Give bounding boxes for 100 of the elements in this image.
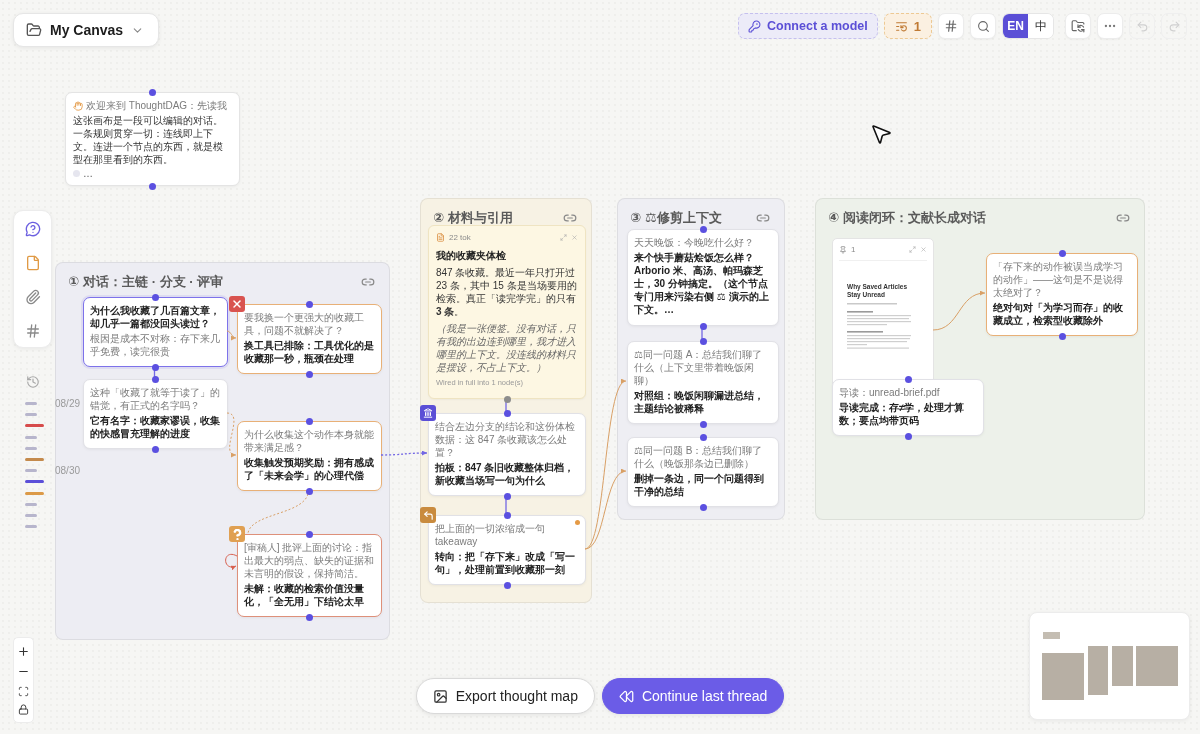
connection-handle[interactable] [149, 88, 156, 96]
chat-node[interactable]: ⚖同一问题 B：总结我们聊了什么（晚饭那条边已删除） 删掉一条边，同一个问题得到干净的总结 [627, 437, 779, 507]
reply-text: 绝对句对「为学习而存」的收藏成立，检索型收藏除外 [993, 301, 1124, 327]
connection-handle[interactable] [306, 370, 313, 378]
connection-handle[interactable] [306, 417, 313, 425]
search-button[interactable] [970, 13, 996, 39]
folder-icon [26, 22, 42, 38]
summary-text: 根因是成本不对称：存下来几乎免费，读完很贵 [90, 332, 221, 358]
undo-icon [1135, 19, 1149, 33]
reply-text: 转向：把「存下来」改成「写一句」，处理前置到收藏那一刻 [435, 550, 576, 576]
reply-text: 收集触发预期奖励：拥有感成了「未来会学」的心理代偿 [244, 456, 375, 482]
reply-text: 来个快手蘑菇烩饭怎么样？Arborio 米、高汤、帕玛森芝士，30 分钟搞定。（这个节点专门用来污染右侧 ⚖ 演示的上下文。… [634, 251, 770, 316]
connection-handle[interactable] [904, 375, 912, 383]
connection-handle[interactable] [1058, 249, 1066, 257]
reply-text: 未解：收藏的检索价值没量化，「全无用」下结论太早 [244, 582, 365, 608]
key-icon [748, 19, 762, 33]
link-icon[interactable] [563, 211, 577, 225]
hash-icon [944, 19, 958, 33]
pin-icon [839, 245, 847, 254]
chat-node[interactable]: 导读：unread-brief.pdf 导读完成：存≠学，处理才算数；要点均带页码 [832, 379, 984, 436]
date-label: 08/30 [55, 465, 81, 477]
lock-icon[interactable] [18, 704, 29, 716]
note-card[interactable]: 欢迎来到 ThoughtDAG：先读我 这张画布是一段可以编辑的对话。一条规则贯穿一切：连线即上下文。连进一个节点的东西，就是模型在那里看到的东西。 … [65, 92, 240, 186]
image-icon [432, 688, 448, 704]
prompt-text: 这种「收藏了就等于读了」的错觉，有正式的名字吗？ [90, 386, 221, 412]
reply-text: 对照组：晚饭闲聊漏进总结，主题结论被稀释 [634, 389, 765, 415]
language-option[interactable]: EN [1003, 14, 1028, 38]
note-text: 这张画布是一段可以编辑的对话。一条规则贯穿一切：连线即上下文。连进一个节点的东西，就是模型在那里看到的东西。 [73, 114, 224, 166]
group-number: ② [433, 210, 444, 226]
fit-view-icon[interactable] [18, 685, 29, 697]
help-chat-icon[interactable] [24, 221, 41, 237]
group-number: ③ [630, 210, 641, 226]
zoom-in-icon[interactable] [17, 644, 30, 658]
connector-line [226, 412, 237, 457]
chat-node[interactable]: [审稿人] 批评上面的讨论：指出最大的弱点、缺失的证据和未言明的假设，保持简洁。 未解：收藏的检索价值没量化，「全无用」下结论太早 [237, 534, 382, 617]
connection-handle[interactable] [152, 445, 159, 453]
connector-line [225, 553, 238, 570]
connection-handle[interactable] [306, 530, 313, 538]
hand-icon [73, 100, 83, 111]
chat-node[interactable]: 结合左边分支的结论和这份体检数据：这 847 条收藏该怎么处置？ 拍板：847 条旧收藏整体归档，新收藏当场写一句为什么 [428, 413, 586, 496]
timeline-bar[interactable] [25, 424, 44, 428]
chat-node[interactable]: 为什么我收藏了几百篇文章，却几乎一篇都没回头读过？ 根因是成本不对称：存下来几乎免费，读完很贵 [83, 297, 228, 367]
note-header: 欢迎来到 ThoughtDAG：先读我 [86, 99, 228, 112]
connection-handle[interactable] [1058, 332, 1066, 340]
group-title: 对话：主链 · 分支 · 评审 [83, 274, 224, 290]
timeline-bar[interactable] [25, 458, 44, 462]
hash-icon[interactable] [24, 323, 41, 339]
chat-node[interactable]: 要我换一个更强大的收藏工具，问题不就解决了？ 换工具已排除：工具优化的是收藏那一秒，瓶颈在处理 [237, 304, 382, 374]
connection-handle[interactable] [503, 511, 511, 519]
timeline-bar[interactable] [25, 480, 44, 484]
reply-text: 它有名字：收藏家谬误，收集的快感冒充理解的进度 [90, 414, 221, 440]
connection-handle[interactable] [904, 432, 912, 440]
connection-handle[interactable] [699, 225, 707, 233]
prompt-text: ⚖同一问题 A：总结我们聊了什么（上下文里带着晚饭闲聊） [634, 348, 764, 387]
chat-node[interactable]: 「存下来的动作被误当成学习的动作」——这句是不是说得太绝对了？ 绝对句对「为学习而存」的收藏成立，检索型收藏除外 [986, 253, 1138, 336]
connector-line [932, 291, 986, 331]
document-icon [436, 233, 445, 242]
chat-node[interactable]: 天天晚饭：今晚吃什么好？ 来个快手蘑菇烩饭怎么样？Arborio 米、高汤、帕玛森芝士，30 分钟搞定。（这个节点专门用来污染右侧 ⚖ 演示的上下文。… [627, 229, 779, 326]
search-icon [976, 19, 990, 33]
chat-node[interactable]: 这种「收藏了就等于读了」的错觉，有正式的名字吗？ 它有名字：收藏家谬误，收集的快感冒充理解的进度 [83, 379, 228, 449]
rewind-icon [618, 688, 634, 704]
paperclip-icon[interactable] [24, 289, 41, 305]
note-text: 847 条收藏。最近一年只打开过 23 条，其中 15 条是当场要用的检索。真正「读完学完」的只有 3 条。 [436, 266, 578, 318]
chat-node[interactable]: 把上面的一切浓缩成一句 takeaway 转向：把「存下来」改成「写一句」，处理前置到收藏那一刻 [428, 515, 586, 585]
reply-text: 删掉一条边，同一个问题得到干净的总结 [634, 472, 765, 498]
connection-handle[interactable] [149, 182, 156, 190]
reply-text: 换工具已排除：工具优化的是收藏那一秒，瓶颈在处理 [244, 339, 375, 365]
folder-sync-button[interactable] [1065, 13, 1091, 39]
connection-handle[interactable] [503, 492, 511, 500]
reply-text: 拍板：847 条旧收藏整体归档，新收藏当场写一句为什么 [435, 461, 576, 487]
link-icon[interactable] [1116, 211, 1130, 225]
group-number: ① [68, 274, 79, 290]
minimap-block [1042, 653, 1084, 700]
chat-node[interactable]: ⚖同一问题 A：总结我们聊了什么（上下文里带着晚饭闲聊） 对照组：晚饭闲聊漏进总结，主题结论被稀释 [627, 341, 779, 424]
prompt-text: [审稿人] 批评上面的讨论：指出最大的弱点、缺失的证据和未言明的假设，保持简洁。 [244, 541, 375, 580]
connection-handle[interactable] [152, 293, 159, 301]
connection-handle[interactable] [306, 487, 313, 495]
canvas-menu-button[interactable]: My Canvas [13, 13, 160, 47]
chat-node[interactable]: 为什么收集这个动作本身就能带来满足感？ 收集触发预期奖励：拥有感成了「未来会学」的心理代偿 [237, 421, 382, 491]
x-icon [229, 296, 245, 312]
hash-button[interactable] [938, 13, 964, 39]
connection-handle[interactable] [306, 613, 313, 621]
link-icon[interactable] [361, 275, 375, 289]
prompt-text: 天天晚饭：今晚吃什么好？ [634, 236, 755, 249]
connection-handle[interactable] [699, 503, 707, 511]
export-button[interactable]: Export thought map [415, 678, 595, 714]
connector-line [380, 450, 428, 456]
list-icon [894, 19, 908, 33]
question-mark-icon [229, 526, 245, 542]
token-count: 22 tok [449, 232, 471, 243]
connection-handle[interactable] [503, 581, 511, 589]
link-icon[interactable] [756, 211, 770, 225]
reply-text: 导读完成：存≠学，处理才算数；要点均带页码 [839, 401, 966, 427]
continue-button[interactable]: Continue last thread [601, 678, 785, 714]
prompt-text: 要我换一个更强大的收藏工具，问题不就解决了？ [244, 311, 365, 337]
connect-model-button[interactable]: Connect a model [738, 13, 878, 39]
connector-line [226, 330, 237, 340]
connection-handle[interactable] [306, 300, 313, 308]
prompt-text: 为什么收集这个动作本身就能带来满足感？ [244, 428, 375, 454]
prompt-text: 导读：unread-brief.pdf [839, 386, 941, 399]
